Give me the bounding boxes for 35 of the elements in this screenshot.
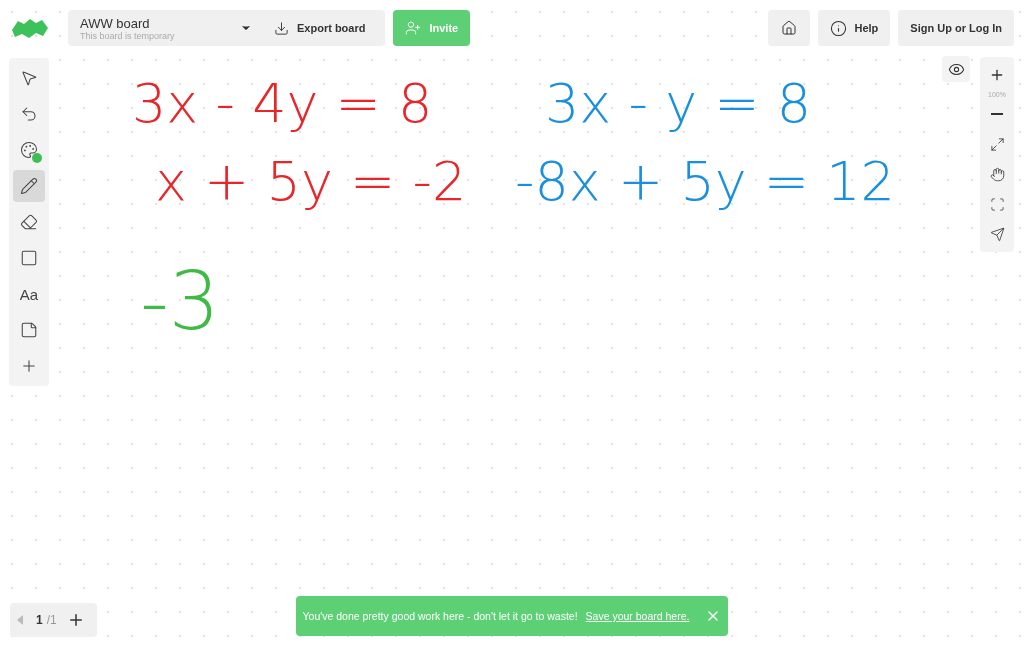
info-icon [829, 19, 847, 37]
logo-icon [10, 16, 50, 40]
board-subtitle: This board is temporary [80, 30, 176, 41]
view-button[interactable] [942, 56, 970, 82]
focus-frame-icon [989, 196, 1005, 212]
sign-in-button[interactable]: Sign Up or Log In [898, 10, 1014, 46]
pointer-icon [20, 69, 38, 87]
pencil-tool[interactable] [13, 170, 45, 202]
rectangle-icon [20, 249, 38, 267]
board-title[interactable]: AWW board [80, 15, 230, 31]
pencil-icon [20, 177, 38, 195]
minus-icon [991, 113, 1003, 115]
handwritten-text: x + 5y = -2 [155, 150, 467, 213]
download-icon [274, 20, 289, 36]
plus-icon [989, 67, 1005, 83]
plus-icon [20, 357, 38, 375]
palette-icon [20, 141, 38, 159]
handwritten-text: 3x - y = 8 [545, 72, 812, 135]
text-tool[interactable]: Aa [13, 278, 45, 310]
page-number: 1 [36, 613, 43, 627]
page-total: /1 [46, 613, 57, 627]
help-button[interactable]: Help [817, 10, 891, 46]
hand-icon [989, 166, 1005, 182]
add-user-icon [405, 20, 422, 36]
eraser-icon [20, 213, 38, 231]
sticky-note-icon [20, 321, 38, 339]
paper-plane-icon [989, 226, 1005, 242]
undo-icon [20, 105, 38, 123]
handwritten-text: -8x + 5y = 12 [515, 150, 895, 213]
toast-message: You've done pretty good work here - don't let it go to waste! [302, 610, 578, 622]
expand-icon [989, 136, 1005, 152]
home-button[interactable] [767, 10, 810, 46]
handwritten-text: -3 [140, 255, 220, 348]
handwritten-text: 3x - 4y = 8 [132, 72, 433, 135]
home-icon [780, 20, 797, 36]
